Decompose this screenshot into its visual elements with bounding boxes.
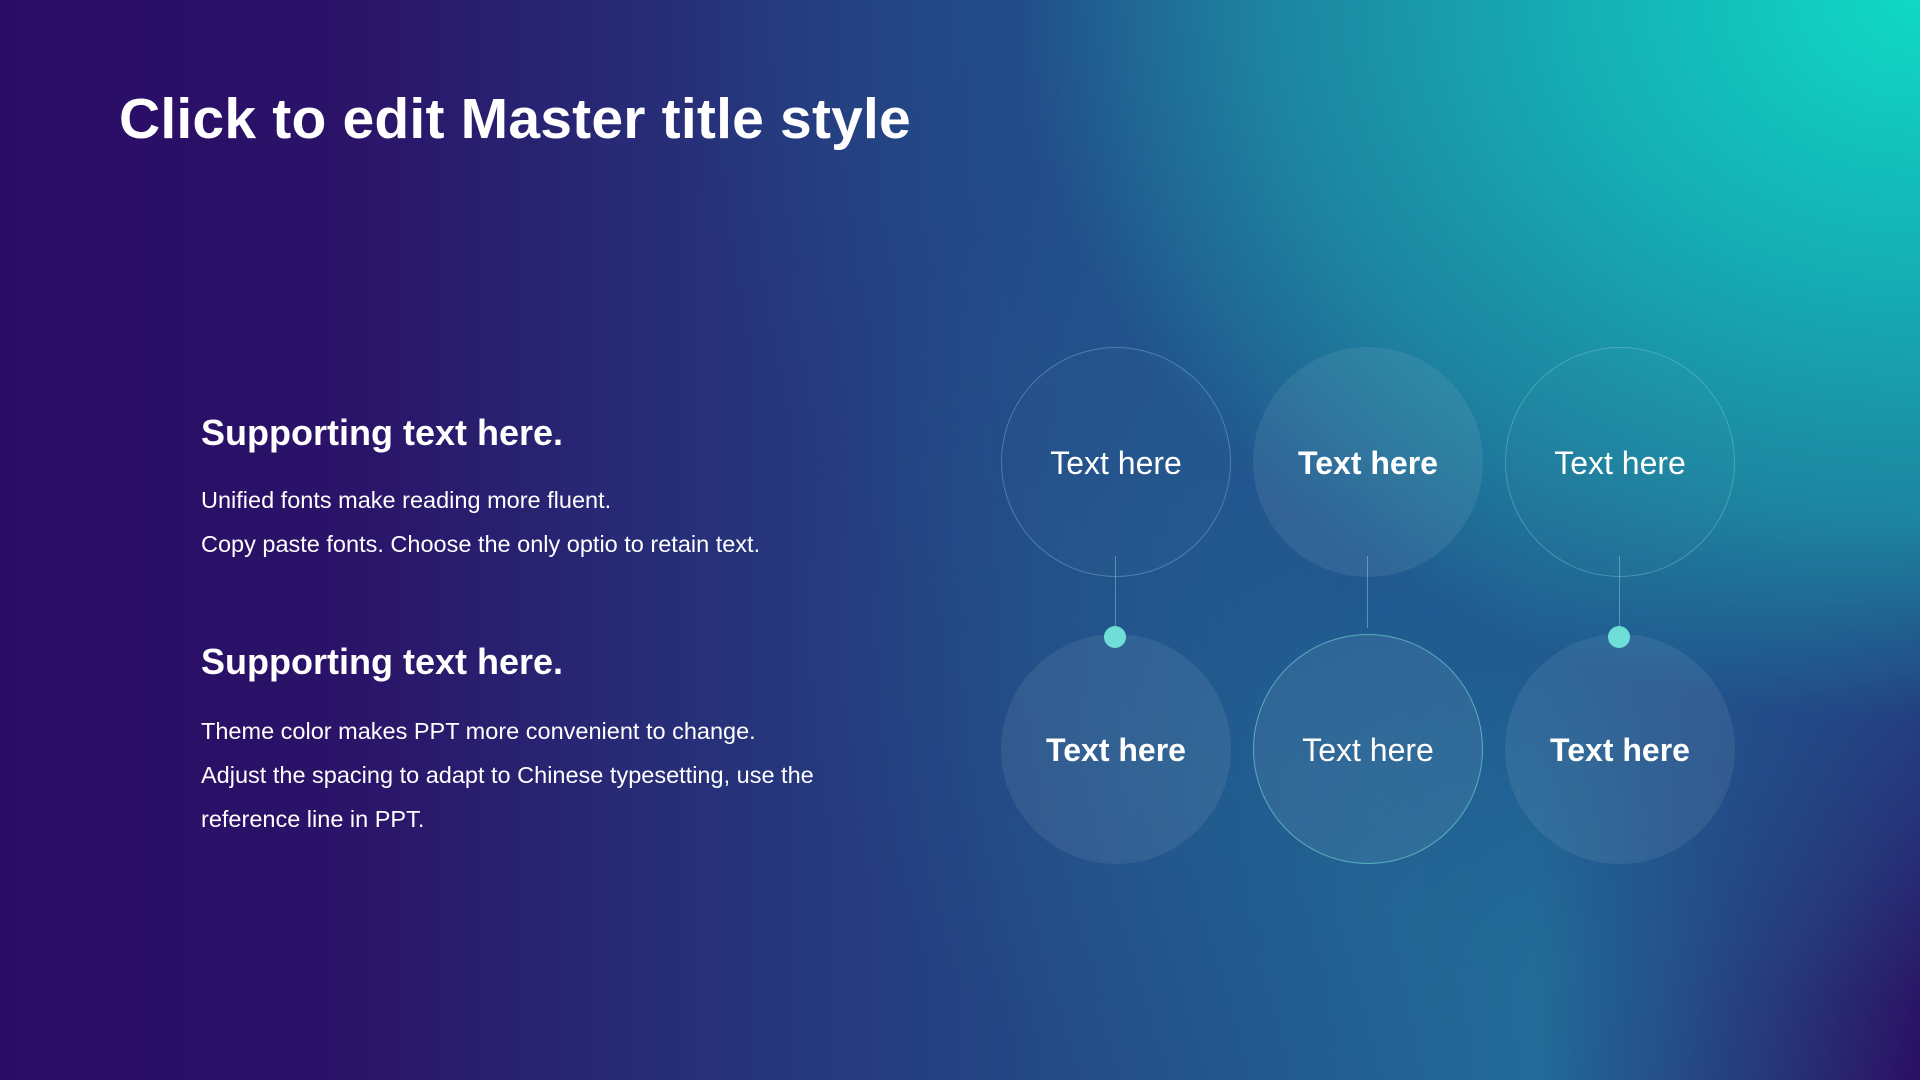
section-heading[interactable]: Supporting text here. xyxy=(201,412,881,454)
connector-dot xyxy=(1608,626,1630,648)
circle-label: Text here xyxy=(1050,444,1182,481)
circle-label: Text here xyxy=(1302,731,1434,768)
slide-title[interactable]: Click to edit Master title style xyxy=(119,86,911,152)
section-body[interactable]: Theme color makes PPT more convenient to… xyxy=(201,709,881,841)
circle-label: Text here xyxy=(1298,444,1438,481)
circle-bottom-3[interactable]: Text here xyxy=(1505,634,1735,864)
circle-label: Text here xyxy=(1046,731,1186,768)
body-line: reference line in PPT. xyxy=(201,806,425,832)
circle-label: Text here xyxy=(1550,731,1690,768)
supporting-section-2: Supporting text here. Theme color makes … xyxy=(201,641,881,841)
body-line: Unified fonts make reading more fluent. xyxy=(201,487,612,513)
circle-top-2[interactable]: Text here xyxy=(1253,347,1483,577)
body-line: Theme color makes PPT more convenient to… xyxy=(201,718,756,744)
connector-dot xyxy=(1104,626,1126,648)
body-line: Adjust the spacing to adapt to Chinese t… xyxy=(201,762,814,788)
body-line: Copy paste fonts. Choose the only optio … xyxy=(201,531,761,557)
circle-top-3[interactable]: Text here xyxy=(1505,347,1735,577)
circle-bottom-2[interactable]: Text here xyxy=(1253,634,1483,864)
supporting-section-1: Supporting text here. Unified fonts make… xyxy=(201,412,881,566)
section-heading[interactable]: Supporting text here. xyxy=(201,641,881,683)
circle-label: Text here xyxy=(1554,444,1686,481)
circle-bottom-1[interactable]: Text here xyxy=(1001,634,1231,864)
section-body[interactable]: Unified fonts make reading more fluent. … xyxy=(201,478,881,566)
circle-top-1[interactable]: Text here xyxy=(1001,347,1231,577)
